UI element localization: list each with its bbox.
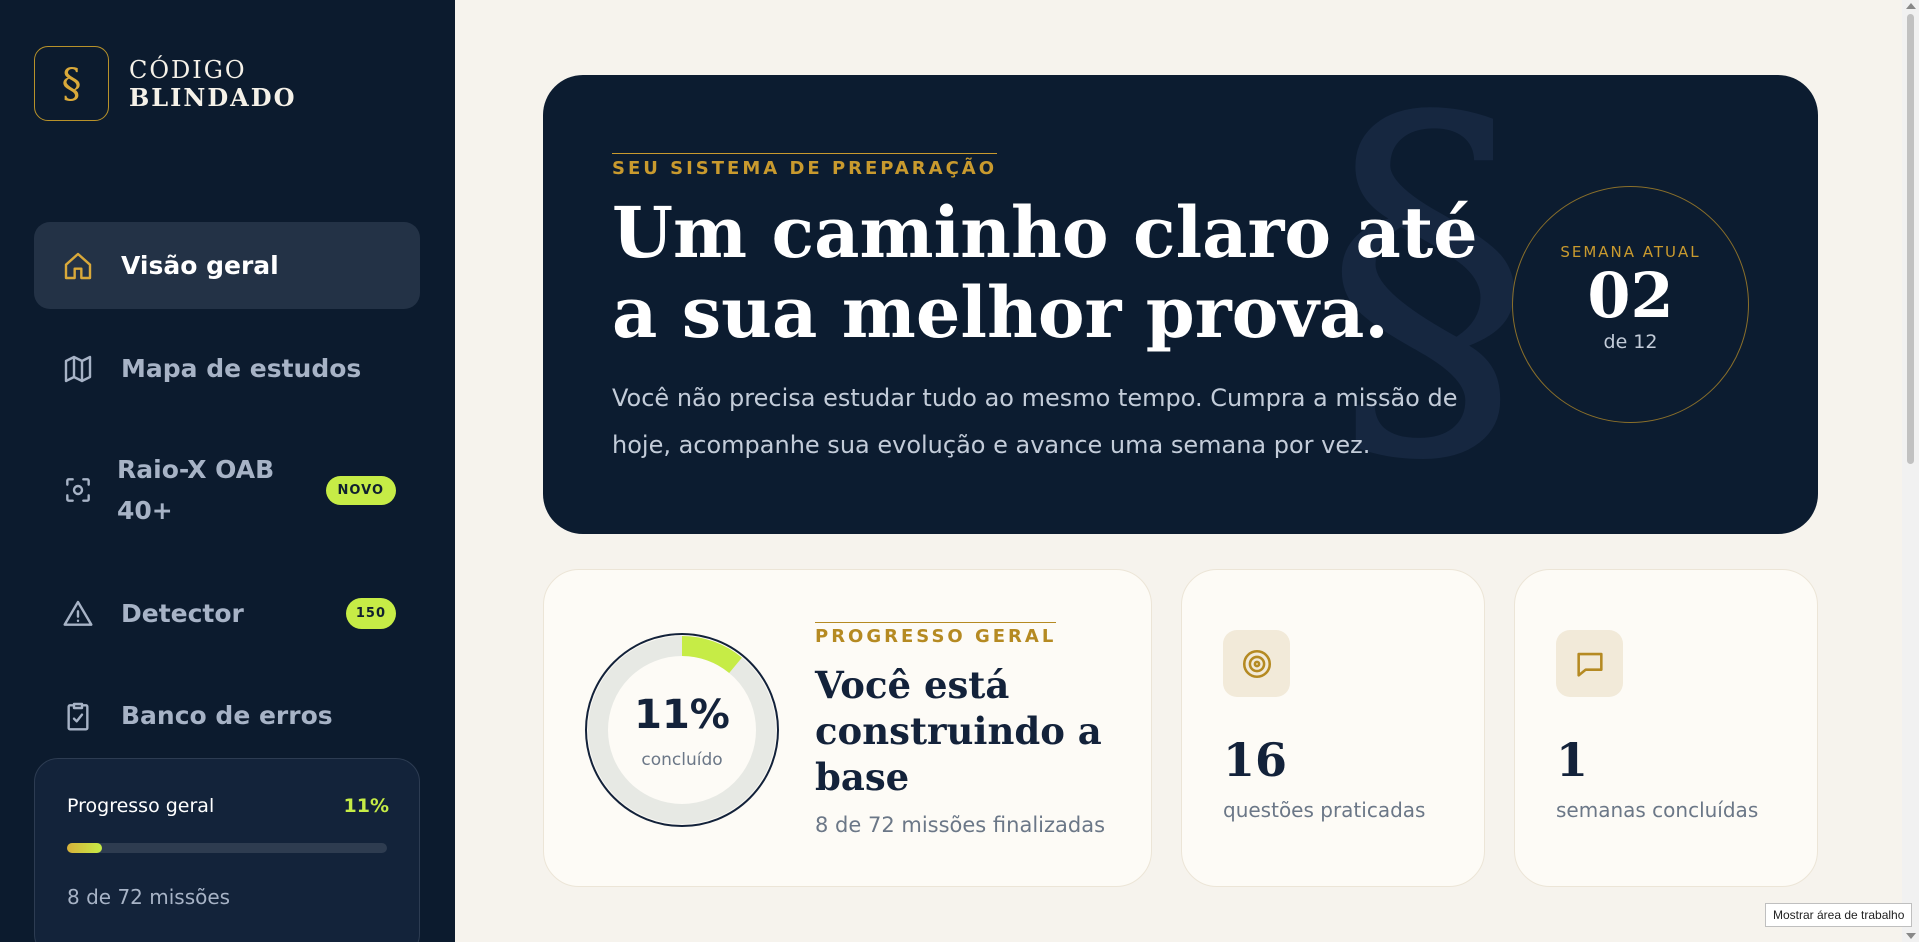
progress-ring-sub: concluído — [641, 750, 723, 770]
nav-item-detector[interactable]: Detector 150 — [34, 570, 420, 657]
brand-name-line2: BLINDADO — [129, 82, 297, 112]
message-icon — [1556, 630, 1623, 697]
nav-label: Banco de erros — [121, 701, 333, 730]
nav-label-line2: 40+ — [117, 496, 173, 525]
nav-label: Detector — [121, 599, 244, 628]
scroll-up-arrow-icon[interactable] — [1906, 3, 1916, 9]
current-week-number: 02 — [1587, 259, 1674, 332]
scan-icon — [61, 473, 95, 507]
stat-value: 1 — [1556, 733, 1589, 787]
progress-ring-percent: 11% — [634, 692, 730, 738]
stat-card-weeks: 1 semanas concluídas — [1514, 569, 1818, 887]
nav-label: Mapa de estudos — [121, 354, 362, 383]
nav-item-raio-x-oab[interactable]: Raio-X OAB 40+ NOVO — [34, 445, 420, 535]
progress-sub: 8 de 72 missões finalizadas — [815, 813, 1106, 837]
sidebar-progress-card: Progresso geral 11% 8 de 72 missões — [34, 758, 420, 942]
clipboard-check-icon — [61, 699, 95, 733]
sidebar-progress-label: Progresso geral — [67, 795, 215, 817]
nav-label: Visão geral — [121, 251, 279, 280]
page-scrollbar[interactable] — [1902, 0, 1919, 942]
nav-label: Raio-X OAB 40+ — [117, 449, 274, 531]
stat-card-questions: 16 questões praticadas — [1181, 569, 1485, 887]
nav-item-mapa-de-estudos[interactable]: Mapa de estudos — [34, 325, 420, 412]
stat-label: questões praticadas — [1223, 798, 1426, 822]
hero-title: Um caminho claro até a sua melhor prova. — [612, 193, 1492, 353]
sidebar-progress-bar — [67, 843, 387, 853]
hero-title-line2: a sua melhor prova. — [612, 271, 1389, 354]
brand-name-line1: CÓDIGO — [129, 55, 247, 84]
current-week-total: de 12 — [1603, 331, 1658, 353]
new-badge: NOVO — [325, 475, 396, 505]
count-badge: 150 — [345, 598, 396, 629]
target-icon — [1223, 630, 1290, 697]
sidebar: § CÓDIGO BLINDADO Visão geral Mapa de es… — [0, 0, 455, 942]
stat-value: 16 — [1223, 733, 1288, 787]
hero-description: Você não precisa estudar tudo ao mesmo t… — [612, 384, 1458, 459]
scroll-thumb[interactable] — [1907, 14, 1914, 464]
scroll-down-arrow-icon[interactable] — [1906, 933, 1916, 939]
warning-icon — [61, 597, 95, 631]
section-sign-logo-icon: § — [34, 46, 109, 121]
brand-name: CÓDIGO BLINDADO — [129, 56, 296, 112]
sidebar-progress-sub: 8 de 72 missões — [67, 885, 231, 909]
nav-item-banco-de-erros[interactable]: Banco de erros — [34, 672, 420, 759]
show-desktop-tooltip: Mostrar área de trabalho — [1765, 903, 1913, 927]
progress-eyebrow: PROGRESSO GERAL — [815, 622, 1057, 647]
nav-item-visao-geral[interactable]: Visão geral — [34, 222, 420, 309]
hero-eyebrow: SEU SISTEMA DE PREPARAÇÃO — [612, 153, 998, 179]
map-icon — [61, 352, 95, 386]
sidebar-progress-fill — [67, 843, 103, 853]
current-week-badge: SEMANA ATUAL 02 de 12 — [1512, 186, 1749, 423]
stat-label: semanas concluídas — [1556, 798, 1759, 822]
progress-title: Você está construindo a base — [815, 663, 1102, 799]
hero-banner: § SEU SISTEMA DE PREPARAÇÃO Um caminho c… — [543, 75, 1818, 534]
overall-progress-card: 11% concluído PROGRESSO GERAL Você está … — [543, 569, 1152, 887]
home-icon — [61, 249, 95, 283]
nav-label-line1: Raio-X OAB — [117, 455, 275, 484]
sidebar-progress-percent: 11% — [343, 795, 389, 817]
brand-logo[interactable]: § CÓDIGO BLINDADO — [34, 46, 296, 121]
hero-title-line1: Um caminho claro até — [612, 191, 1478, 274]
